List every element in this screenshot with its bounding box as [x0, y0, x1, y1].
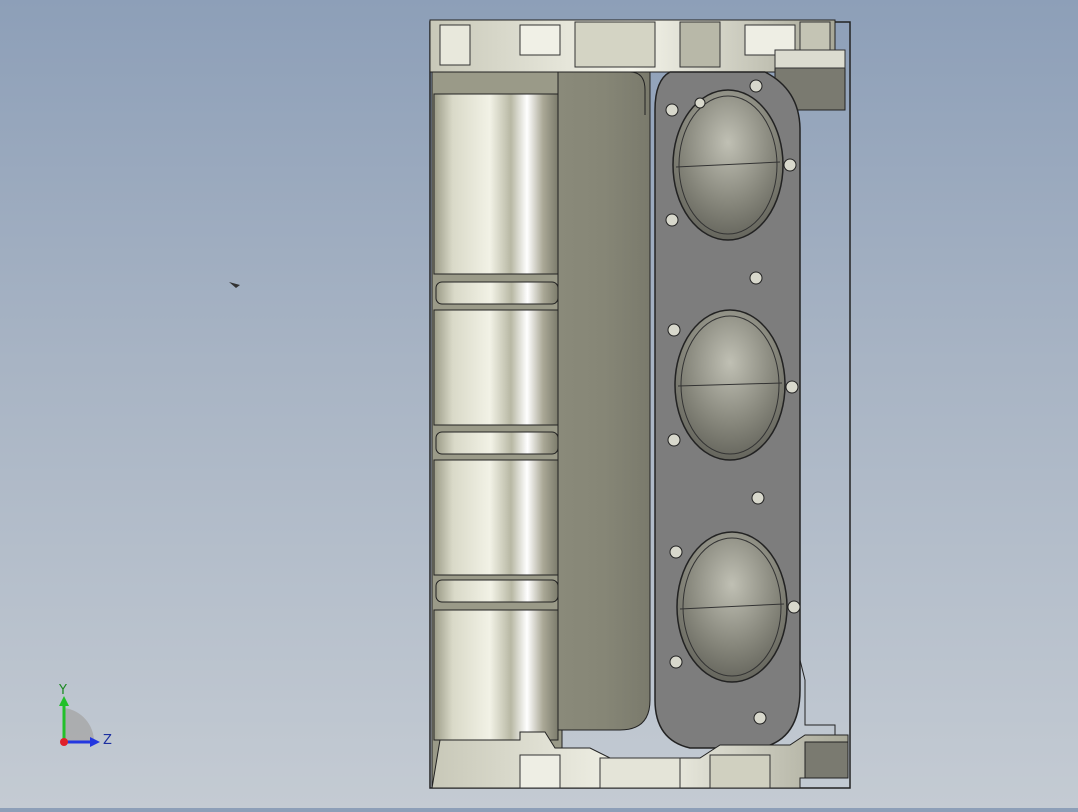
- axis-triad: Y Z: [58, 683, 112, 748]
- triad-z-label: Z: [103, 733, 112, 748]
- engine-block[interactable]: [429, 19, 851, 789]
- model-render[interactable]: [0, 0, 1078, 808]
- bottom-flange: [431, 731, 849, 789]
- triad-y-label: Y: [58, 683, 67, 698]
- bore-2: [674, 309, 786, 461]
- cylinder-sleeve-group: [433, 93, 559, 741]
- bore-1: [672, 89, 784, 241]
- water-jacket: [557, 71, 651, 731]
- stray-mark: [229, 282, 240, 288]
- cylinder-sleeve: [433, 93, 559, 275]
- bore-3: [676, 531, 788, 683]
- graphics-viewport[interactable]: Y Z: [0, 0, 1078, 808]
- cylinder-sleeve: [433, 309, 559, 426]
- cylinder-bores: [672, 89, 788, 683]
- cylinder-sleeve: [433, 459, 559, 576]
- cylinder-sleeve: [433, 609, 559, 741]
